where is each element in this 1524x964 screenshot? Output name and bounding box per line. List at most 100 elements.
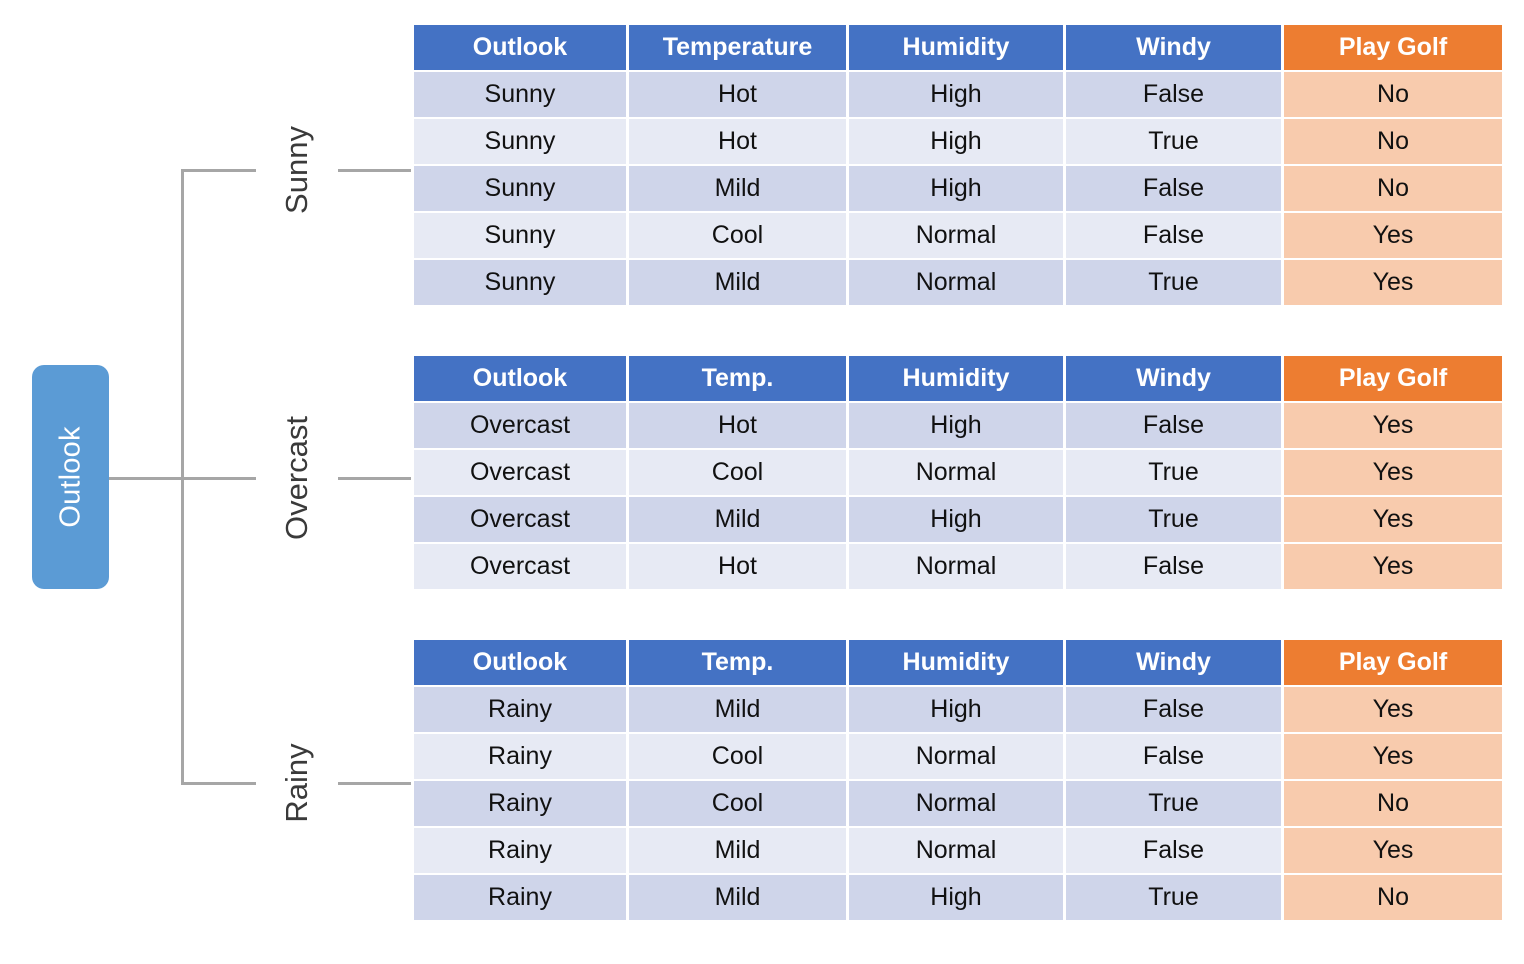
table-header-row: Outlook Temperature Humidity Windy Play …	[414, 25, 1502, 70]
cell-humidity: Normal	[849, 213, 1063, 258]
edge-branch-rainy-out	[338, 782, 411, 785]
column-header-play-golf: Play Golf	[1284, 356, 1502, 401]
column-header-humidity: Humidity	[849, 640, 1063, 685]
cell-play-golf: Yes	[1284, 450, 1502, 495]
cell-play-golf: No	[1284, 72, 1502, 117]
cell-outlook: Sunny	[414, 119, 626, 164]
table-row: Sunny Hot High False No	[414, 72, 1502, 117]
cell-temp: Cool	[629, 450, 846, 495]
table-row: Sunny Hot High True No	[414, 119, 1502, 164]
table-row: Overcast Hot High False Yes	[414, 403, 1502, 448]
cell-windy: True	[1066, 497, 1281, 542]
edge-branch-overcast-out	[338, 477, 411, 480]
cell-play-golf: No	[1284, 119, 1502, 164]
column-header-play-golf: Play Golf	[1284, 25, 1502, 70]
cell-play-golf: Yes	[1284, 828, 1502, 873]
cell-windy: True	[1066, 875, 1281, 920]
cell-play-golf: Yes	[1284, 687, 1502, 732]
cell-humidity: Normal	[849, 450, 1063, 495]
cell-outlook: Overcast	[414, 403, 626, 448]
cell-play-golf: Yes	[1284, 497, 1502, 542]
edge-branch-sunny-out	[338, 169, 411, 172]
cell-outlook: Overcast	[414, 544, 626, 589]
edge-branch-sunny-in	[181, 169, 256, 172]
cell-outlook: Sunny	[414, 166, 626, 211]
cell-outlook: Sunny	[414, 213, 626, 258]
table-sunny: Outlook Temperature Humidity Windy Play …	[411, 23, 1505, 307]
column-header-humidity: Humidity	[849, 356, 1063, 401]
root-node-label: Outlook	[54, 426, 86, 528]
table-row: Sunny Cool Normal False Yes	[414, 213, 1502, 258]
table-row: Rainy Cool Normal True No	[414, 781, 1502, 826]
cell-windy: False	[1066, 213, 1281, 258]
cell-windy: False	[1066, 734, 1281, 779]
table-row: Rainy Mild High True No	[414, 875, 1502, 920]
cell-temp: Mild	[629, 497, 846, 542]
column-header-windy: Windy	[1066, 356, 1281, 401]
cell-play-golf: No	[1284, 875, 1502, 920]
branch-label-overcast: Overcast	[279, 415, 314, 541]
table-row: Rainy Mild Normal False Yes	[414, 828, 1502, 873]
table-row: Overcast Mild High True Yes	[414, 497, 1502, 542]
cell-temp: Mild	[629, 828, 846, 873]
cell-outlook: Rainy	[414, 781, 626, 826]
column-header-temperature: Temperature	[629, 25, 846, 70]
column-header-windy: Windy	[1066, 640, 1281, 685]
cell-windy: False	[1066, 403, 1281, 448]
cell-temp: Mild	[629, 166, 846, 211]
cell-humidity: High	[849, 403, 1063, 448]
branch-label-sunny: Sunny	[279, 126, 314, 214]
cell-temp: Cool	[629, 734, 846, 779]
cell-windy: False	[1066, 544, 1281, 589]
column-header-temperature: Temp.	[629, 356, 846, 401]
cell-play-golf: Yes	[1284, 213, 1502, 258]
cell-temp: Hot	[629, 544, 846, 589]
cell-humidity: Normal	[849, 734, 1063, 779]
column-header-temperature: Temp.	[629, 640, 846, 685]
cell-temp: Hot	[629, 403, 846, 448]
table-rainy: Outlook Temp. Humidity Windy Play Golf R…	[411, 638, 1505, 922]
cell-outlook: Rainy	[414, 687, 626, 732]
table-row: Rainy Cool Normal False Yes	[414, 734, 1502, 779]
cell-humidity: Normal	[849, 260, 1063, 305]
edge-branch-overcast-in	[181, 477, 256, 480]
cell-outlook: Sunny	[414, 72, 626, 117]
cell-humidity: High	[849, 119, 1063, 164]
cell-outlook: Rainy	[414, 875, 626, 920]
table-row: Overcast Hot Normal False Yes	[414, 544, 1502, 589]
root-node-outlook[interactable]: Outlook	[32, 365, 109, 589]
cell-humidity: Normal	[849, 781, 1063, 826]
cell-windy: False	[1066, 72, 1281, 117]
cell-humidity: Normal	[849, 828, 1063, 873]
cell-temp: Mild	[629, 260, 846, 305]
table-overcast: Outlook Temp. Humidity Windy Play Golf O…	[411, 354, 1505, 591]
cell-humidity: High	[849, 497, 1063, 542]
cell-temp: Mild	[629, 687, 846, 732]
cell-windy: False	[1066, 828, 1281, 873]
cell-windy: True	[1066, 119, 1281, 164]
cell-windy: True	[1066, 260, 1281, 305]
cell-temp: Mild	[629, 875, 846, 920]
cell-temp: Cool	[629, 781, 846, 826]
cell-humidity: High	[849, 875, 1063, 920]
table-header-row: Outlook Temp. Humidity Windy Play Golf	[414, 640, 1502, 685]
cell-temp: Hot	[629, 72, 846, 117]
cell-play-golf: Yes	[1284, 544, 1502, 589]
table-row: Overcast Cool Normal True Yes	[414, 450, 1502, 495]
cell-temp: Cool	[629, 213, 846, 258]
column-header-windy: Windy	[1066, 25, 1281, 70]
diagram-canvas: Outlook Sunny Overcast Rainy Outlook Tem…	[0, 0, 1524, 964]
cell-humidity: High	[849, 687, 1063, 732]
table-header-row: Outlook Temp. Humidity Windy Play Golf	[414, 356, 1502, 401]
table-row: Sunny Mild Normal True Yes	[414, 260, 1502, 305]
cell-play-golf: No	[1284, 781, 1502, 826]
column-header-outlook: Outlook	[414, 640, 626, 685]
cell-play-golf: Yes	[1284, 260, 1502, 305]
cell-outlook: Rainy	[414, 734, 626, 779]
column-header-humidity: Humidity	[849, 25, 1063, 70]
cell-windy: True	[1066, 450, 1281, 495]
edge-branch-rainy-in	[181, 782, 256, 785]
cell-outlook: Overcast	[414, 450, 626, 495]
cell-outlook: Sunny	[414, 260, 626, 305]
cell-play-golf: Yes	[1284, 403, 1502, 448]
